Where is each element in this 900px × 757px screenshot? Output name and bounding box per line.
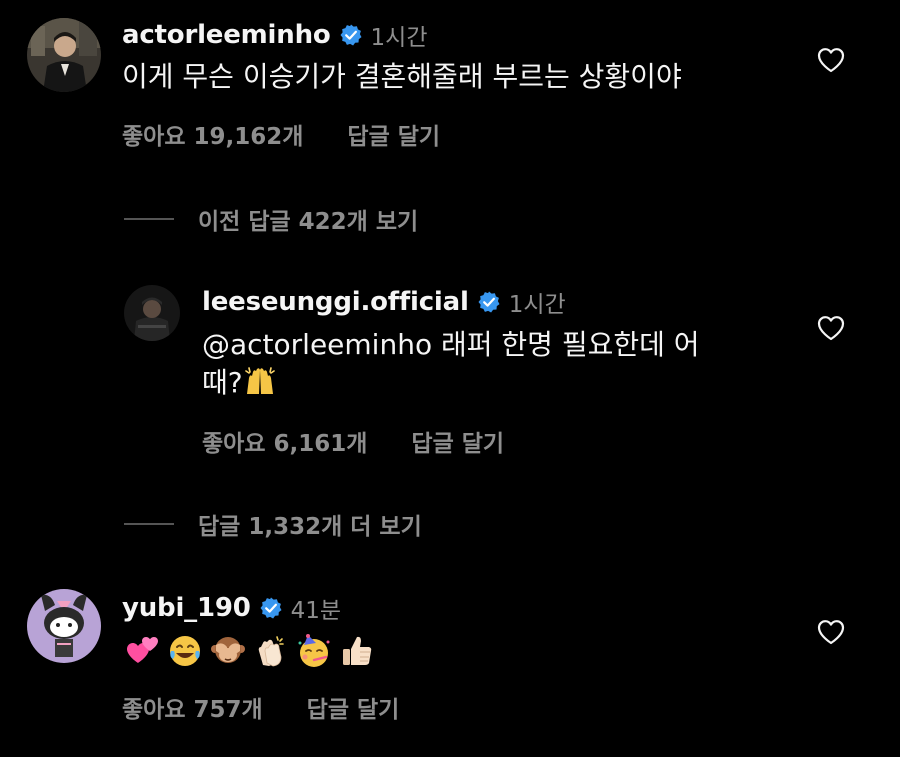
like-count[interactable]: 좋아요 757개 [122, 690, 263, 724]
comment-header-yubi-190: yubi_190 41분 [122, 591, 341, 625]
username[interactable]: actorleeminho [122, 20, 331, 50]
comment-time: 1시간 [370, 25, 428, 51]
view-previous-replies-button[interactable]: 이전 답글 422개 보기 [124, 202, 418, 236]
like-count[interactable]: 좋아요 6,161개 [202, 424, 367, 458]
comment-emoji-row [124, 633, 382, 669]
heart-pair-emoji-icon [124, 633, 160, 669]
view-previous-replies-label: 이전 답글 422개 보기 [198, 209, 419, 235]
comment-meta: 좋아요 19,162개 답글 달기 [122, 117, 440, 151]
comment-text-line: 이게 무슨 이승기가 결혼해줄래 부르는 상황이야 [122, 60, 682, 93]
comment-text: 이게 무슨 이승기가 결혼해줄래 부르는 상황이야 [122, 58, 682, 96]
like-count[interactable]: 좋아요 19,162개 [122, 117, 303, 151]
comment-meta: 좋아요 757개 답글 달기 [122, 690, 399, 724]
like-heart-icon[interactable] [817, 47, 845, 73]
reply-button[interactable]: 답글 달기 [411, 424, 504, 458]
username[interactable]: leeseunggi.official [202, 287, 469, 317]
avatar-actorleeminho[interactable] [27, 18, 101, 92]
reply-meta: 좋아요 6,161개 답글 달기 [202, 424, 504, 458]
avatar-leeseunggi-official[interactable] [124, 285, 180, 341]
like-heart-icon[interactable] [817, 315, 845, 341]
view-more-replies-button[interactable]: 답글 1,332개 더 보기 [124, 507, 422, 541]
reply-text: @actorleeminho 래퍼 한명 필요한데 어 때? [202, 326, 700, 402]
verified-badge-icon [477, 290, 501, 314]
thumbs-up-emoji-icon [339, 633, 375, 669]
party-face-emoji-icon [296, 633, 332, 669]
raising-hands-emoji-icon [243, 364, 277, 398]
clapping-hands-emoji-icon [253, 633, 289, 669]
reply-text-line-2: 때? [202, 364, 700, 402]
thread-divider-line [124, 523, 174, 525]
see-no-evil-monkey-emoji-icon [210, 633, 246, 669]
comment-header-actorleeminho: actorleeminho 1시간 [122, 18, 428, 52]
view-more-replies-label: 답글 1,332개 더 보기 [198, 514, 422, 540]
comment-time: 41분 [290, 598, 342, 624]
verified-badge-icon [339, 23, 363, 47]
reply-button[interactable]: 답글 달기 [307, 690, 400, 724]
reply-text-line-2-words: 때? [202, 366, 243, 399]
like-heart-icon[interactable] [817, 619, 845, 645]
reply-header-leeseunggi-official: leeseunggi.official 1시간 [202, 285, 566, 319]
avatar-yubi-190[interactable] [27, 589, 101, 663]
verified-badge-icon [259, 596, 283, 620]
thread-divider-line [124, 218, 174, 220]
reply-time: 1시간 [508, 292, 566, 318]
reply-button[interactable]: 답글 달기 [347, 117, 440, 151]
username[interactable]: yubi_190 [122, 593, 251, 623]
laughing-tears-emoji-icon [167, 633, 203, 669]
reply-text-line-1: @actorleeminho 래퍼 한명 필요한데 어 [202, 328, 700, 361]
